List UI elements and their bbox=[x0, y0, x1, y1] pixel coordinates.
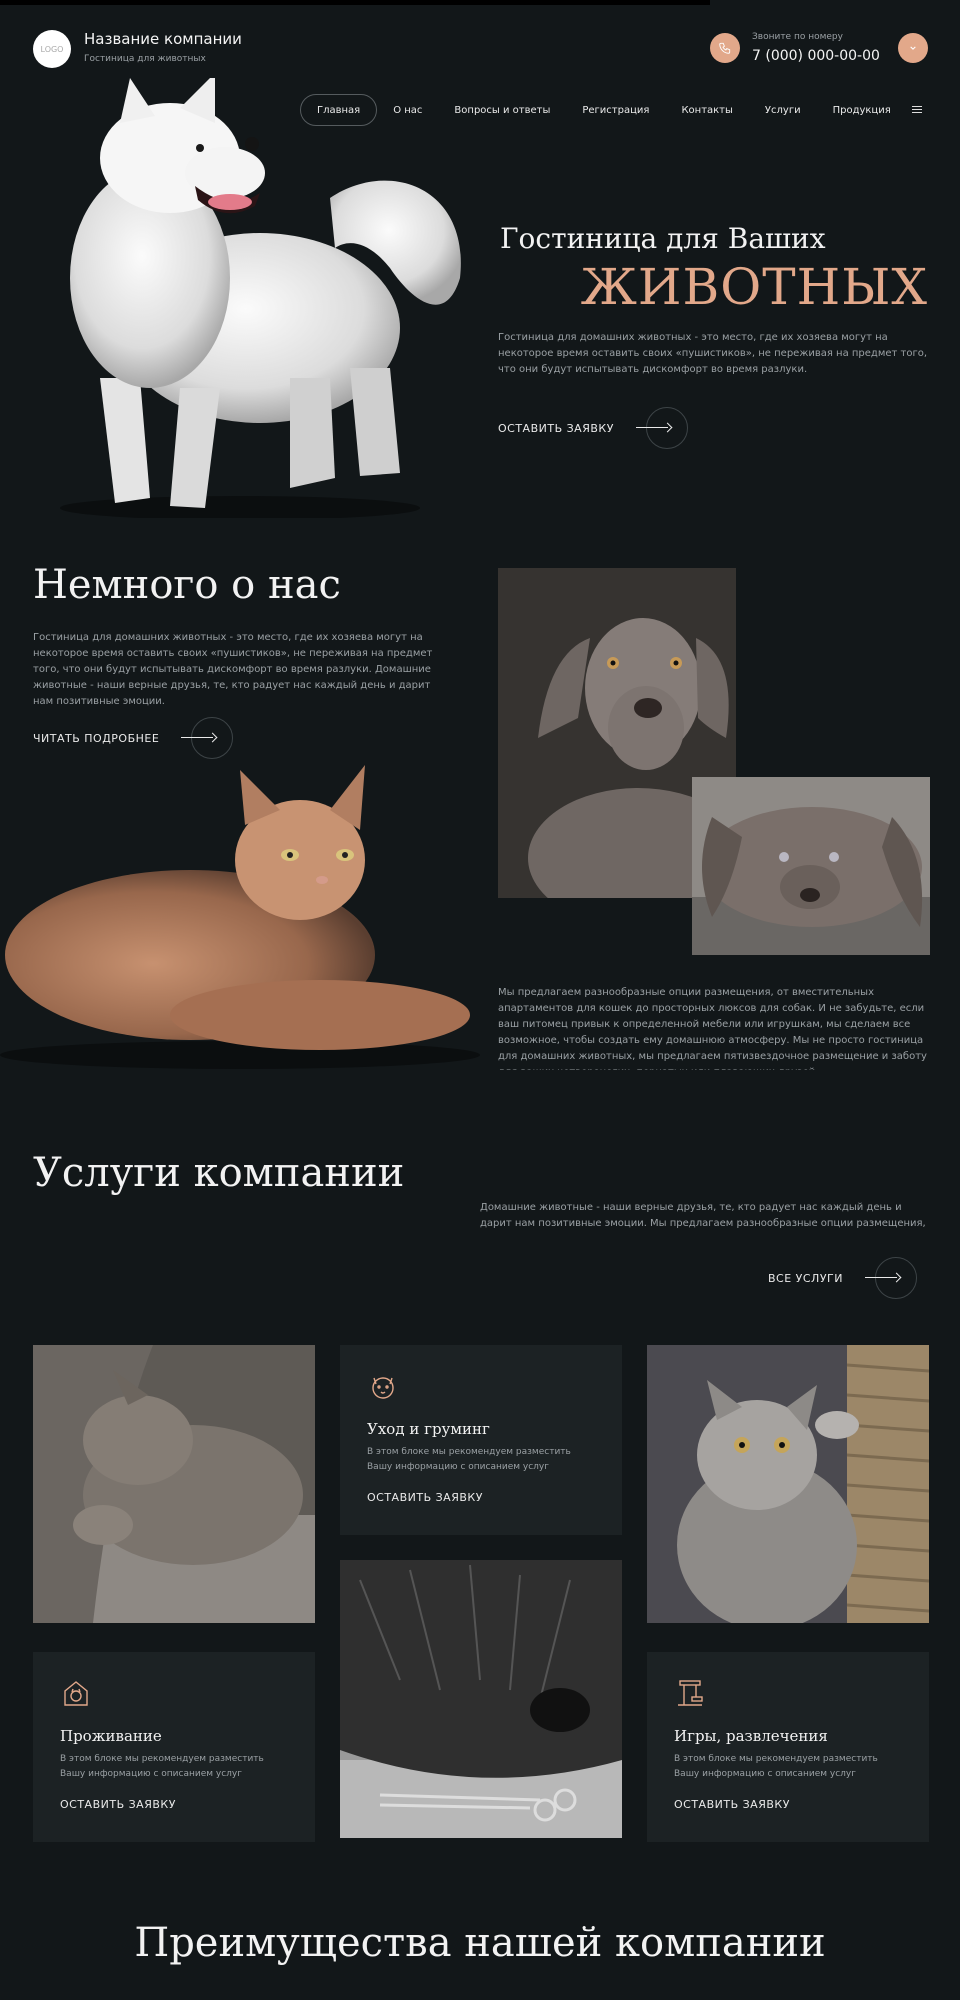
hero-request-button[interactable]: ОСТАВИТЬ ЗАЯВКУ bbox=[498, 407, 688, 449]
service-card-grooming[interactable]: Уход и груминг В этом блоке мы рекоменду… bbox=[340, 1345, 622, 1535]
service-description: В этом блоке мы рекомендуем разместить В… bbox=[674, 1754, 878, 1779]
services-description: Домашние животные - наши верные друзья, … bbox=[480, 1202, 926, 1229]
nav-item-products[interactable]: Продукция bbox=[817, 94, 907, 126]
arrow-right-icon bbox=[635, 407, 688, 449]
phone-number[interactable]: 7 (000) 000-00-00 bbox=[752, 48, 880, 64]
logo-text: LOGO bbox=[40, 44, 64, 54]
arrow-right-icon bbox=[864, 1257, 917, 1299]
company-name[interactable]: Название компании bbox=[84, 30, 242, 48]
about-title: Немного о нас bbox=[33, 562, 341, 608]
all-services-label: ВСЕ УСЛУГИ bbox=[768, 1271, 843, 1285]
hero-description: Гостиница для домашних животных - это ме… bbox=[498, 332, 928, 375]
service-request-button[interactable]: ОСТАВИТЬ ЗАЯВКУ bbox=[367, 1491, 483, 1504]
advantages-title: Преимущества нашей компании bbox=[134, 1920, 826, 1966]
logo[interactable]: LOGO bbox=[33, 30, 71, 68]
service-request-button[interactable]: ОСТАВИТЬ ЗАЯВКУ bbox=[674, 1798, 790, 1811]
dog-face-icon bbox=[372, 1377, 394, 1399]
service-name: Уход и груминг bbox=[367, 1420, 490, 1438]
cat-tree-icon bbox=[678, 1680, 703, 1706]
about-description: Гостиница для домашних животных - это ме… bbox=[33, 632, 433, 707]
service-name: Игры, развлечения bbox=[674, 1727, 828, 1745]
phone-icon[interactable] bbox=[710, 33, 740, 63]
ginger-cat-photo bbox=[0, 765, 480, 1069]
sleeping-cat-photo bbox=[33, 1345, 315, 1623]
samoyed-dog-photo bbox=[60, 78, 461, 518]
read-more-button[interactable]: ЧИТАТЬ ПОДРОБНЕЕ bbox=[33, 717, 234, 759]
service-request-button[interactable]: ОСТАВИТЬ ЗАЯВКУ bbox=[60, 1798, 176, 1811]
service-description: В этом блоке мы рекомендуем разместить В… bbox=[367, 1447, 571, 1472]
service-description: В этом блоке мы рекомендуем разместить В… bbox=[60, 1754, 264, 1779]
menu-icon[interactable] bbox=[912, 104, 922, 115]
nav-item-contacts[interactable]: Контакты bbox=[665, 94, 748, 126]
phone-label: Звоните по номеру bbox=[752, 32, 843, 42]
grooming-dog-photo bbox=[340, 1560, 622, 1838]
top-strip bbox=[0, 0, 710, 5]
services-title: Услуги компании bbox=[33, 1150, 405, 1196]
company-subtitle: Гостиница для животных bbox=[84, 54, 206, 64]
service-card-games[interactable]: Игры, развлечения В этом блоке мы рекоме… bbox=[647, 1652, 929, 1842]
about-more-text: Мы предлагаем разнообразные опции размещ… bbox=[498, 987, 927, 1070]
service-card-accommodation[interactable]: Проживание В этом блоке мы рекомендуем р… bbox=[33, 1652, 315, 1842]
puppy-photo bbox=[692, 777, 930, 955]
hero-accent-title: ЖИВОТНЫХ bbox=[580, 258, 928, 316]
cat-scratching-post-photo bbox=[647, 1345, 929, 1623]
all-services-button[interactable]: ВСЕ УСЛУГИ bbox=[768, 1257, 917, 1299]
read-more-label: ЧИТАТЬ ПОДРОБНЕЕ bbox=[33, 731, 160, 745]
nav-item-services[interactable]: Услуги bbox=[749, 94, 817, 126]
chevron-down-icon[interactable] bbox=[898, 33, 928, 63]
cat-house-icon bbox=[64, 1681, 88, 1706]
hero-request-label: ОСТАВИТЬ ЗАЯВКУ bbox=[498, 421, 614, 435]
hero-title: Гостиница для Ваших bbox=[500, 222, 826, 255]
arrow-right-icon bbox=[181, 717, 234, 759]
service-name: Проживание bbox=[60, 1727, 162, 1745]
nav-item-registration[interactable]: Регистрация bbox=[566, 94, 665, 126]
